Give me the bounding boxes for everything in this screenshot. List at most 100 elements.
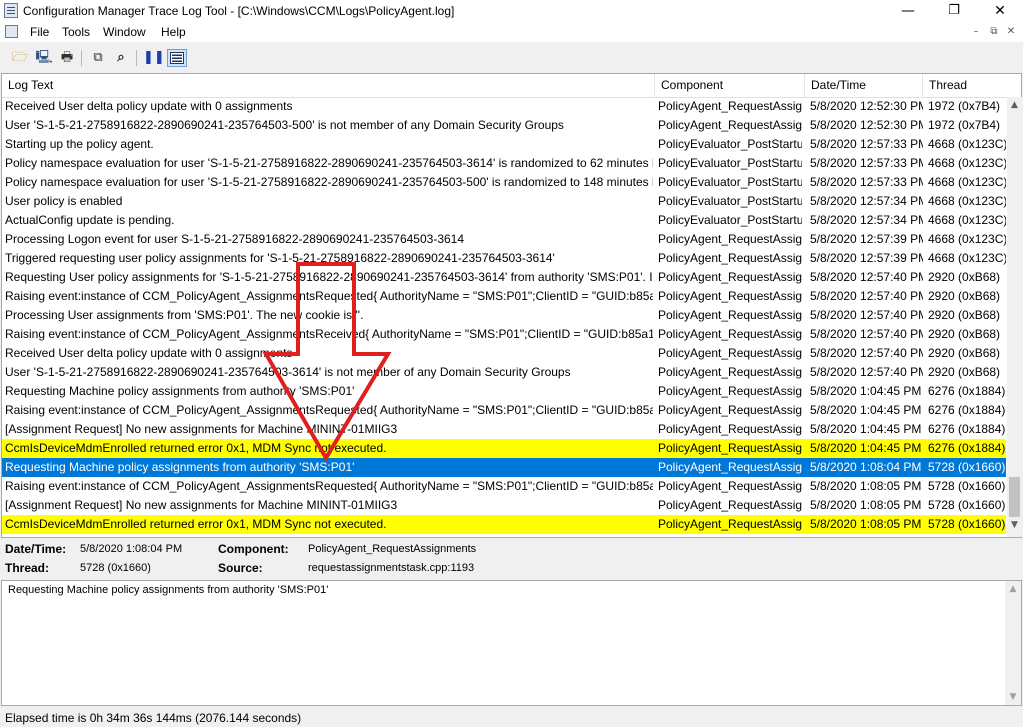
datetime-value: 5/8/2020 1:08:04 PM [80, 543, 183, 555]
table-row[interactable]: [Assignment Request] No new assignments … [2, 496, 1006, 515]
row-thread: 6276 (0x1884) [928, 422, 1006, 436]
toolbar: 🗁 🖳 🖶 ⧉ ⌕ ❚❚ [0, 44, 1023, 72]
document-icon[interactable] [5, 25, 18, 38]
table-row[interactable]: Requesting User policy assignments for '… [2, 268, 1006, 287]
table-row[interactable]: User 'S-1-5-21-2758916822-2890690241-235… [2, 363, 1006, 382]
row-datetime: 5/8/2020 1:04:45 PM [810, 384, 922, 398]
toolbar-separator [81, 50, 82, 66]
table-row[interactable]: Received User delta policy update with 0… [2, 344, 1006, 363]
column-thread[interactable]: Thread [923, 74, 1008, 97]
row-thread: 1972 (0x7B4) [928, 99, 1001, 113]
row-datetime: 5/8/2020 12:57:40 PM [810, 270, 923, 284]
table-row[interactable]: ActualConfig update is pending. PolicyEva… [2, 211, 1006, 230]
vertical-scrollbar[interactable]: ▲ ▼ [1007, 97, 1022, 537]
table-row[interactable]: User 'S-1-5-21-2758916822-2890690241-235… [2, 116, 1006, 135]
row-datetime: 5/8/2020 12:57:33 PM [810, 156, 923, 170]
column-datetime[interactable]: Date/Time [805, 74, 923, 97]
mdi-restore-button[interactable]: ⧉ [986, 24, 1002, 39]
message-text: Requesting Machine policy assignments fr… [8, 584, 329, 596]
row-component: PolicyAgent_RequestAssign [658, 403, 802, 417]
table-row[interactable]: Requesting Machine policy assignments fr… [2, 382, 1006, 401]
message-text-box[interactable]: Requesting Machine policy assignments fr… [1, 580, 1022, 706]
row-component: PolicyAgent_RequestAssign [658, 346, 802, 360]
details-pane: Date/Time: 5/8/2020 1:08:04 PM Thread: 5… [0, 538, 1023, 580]
table-row[interactable]: User policy is enabled PolicyEvaluator_Po… [2, 192, 1006, 211]
row-component: PolicyAgent_RequestAssign [658, 517, 802, 531]
table-row[interactable]: CcmIsDeviceMdmEnrolled returned error 0x… [2, 515, 1006, 534]
toolbar-separator [136, 50, 137, 66]
row-log-text: CcmIsDeviceMdmEnrolled returned error 0x… [5, 441, 387, 455]
row-thread: 2920 (0xB68) [928, 327, 1001, 341]
row-datetime: 5/8/2020 12:52:30 PM [810, 118, 923, 132]
scroll-up-arrow-icon[interactable]: ▲ [1007, 97, 1022, 114]
row-log-text: CcmIsDeviceMdmEnrolled returned error 0x… [5, 517, 387, 531]
table-row[interactable]: Policy namespace evaluation for user 'S-… [2, 154, 1006, 173]
table-row[interactable]: Policy namespace evaluation for user 'S-… [2, 173, 1006, 192]
row-component: PolicyAgent_RequestAssign [658, 251, 802, 265]
table-row[interactable]: Raising event:instance of CCM_PolicyAgen… [2, 287, 1006, 306]
mdi-close-button[interactable]: ✕ [1003, 24, 1019, 39]
row-component: PolicyAgent_RequestAssign [658, 479, 802, 493]
scrollbar-thumb[interactable] [1009, 477, 1020, 517]
highlight-icon[interactable] [167, 49, 187, 67]
table-row[interactable]: Received User delta policy update with 0… [2, 97, 1006, 116]
scroll-up-arrow-icon[interactable]: ▲ [1005, 581, 1021, 597]
message-scrollbar[interactable]: ▲ ▼ [1005, 581, 1021, 705]
row-thread: 6276 (0x1884) [928, 403, 1006, 417]
open-folder-icon[interactable]: 🗁 [10, 49, 30, 67]
minimize-button[interactable]: — [885, 0, 931, 22]
table-row[interactable]: CcmIsDeviceMdmEnrolled returned error 0x… [2, 439, 1006, 458]
table-row[interactable]: [Assignment Request] No new assignments … [2, 420, 1006, 439]
scroll-down-arrow-icon[interactable]: ▼ [1007, 517, 1022, 534]
thread-label: Thread: [5, 561, 50, 575]
row-component: PolicyEvaluator_PostStartup [658, 156, 802, 170]
copy-icon[interactable]: ⧉ [88, 49, 108, 67]
log-list[interactable]: Log Text Component Date/Time Thread Rece… [1, 73, 1022, 538]
column-component[interactable]: Component [655, 74, 805, 97]
row-component: PolicyEvaluator_PostStartup [658, 194, 802, 208]
table-row[interactable]: Processing User assignments from 'SMS:P0… [2, 306, 1006, 325]
table-row[interactable]: Raising event:instance of CCM_PolicyAgen… [2, 477, 1006, 496]
table-row[interactable]: Processing Logon event for user S-1-5-21… [2, 230, 1006, 249]
row-thread: 2920 (0xB68) [928, 289, 1001, 303]
datetime-label: Date/Time: [5, 542, 67, 556]
table-row[interactable]: Starting up the policy agent. PolicyEvalu… [2, 135, 1006, 154]
row-log-text: Requesting Machine policy assignments fr… [5, 460, 355, 474]
row-datetime: 5/8/2020 12:57:40 PM [810, 346, 923, 360]
row-log-text: Starting up the policy agent. [5, 137, 154, 151]
thread-value: 5728 (0x1660) [80, 562, 151, 574]
row-thread: 5728 (0x1660) [928, 479, 1006, 493]
row-component: PolicyAgent_RequestAssign [658, 99, 802, 113]
restore-button[interactable]: ❐ [931, 0, 977, 22]
table-row[interactable]: Triggered requesting user policy assignm… [2, 249, 1006, 268]
row-datetime: 5/8/2020 12:57:40 PM [810, 308, 923, 322]
row-log-text: User 'S-1-5-21-2758916822-2890690241-235… [5, 118, 564, 132]
open-remote-icon[interactable]: 🖳 [34, 49, 54, 67]
row-log-text: Received User delta policy update with 0… [5, 346, 293, 360]
menu-tools[interactable]: Tools [62, 25, 90, 39]
table-row[interactable]: Raising event:instance of CCM_PolicyAgen… [2, 325, 1006, 344]
menu-window[interactable]: Window [103, 25, 146, 39]
row-log-text: Policy namespace evaluation for user 'S-… [5, 175, 653, 189]
menu-help[interactable]: Help [161, 25, 186, 39]
menu-file[interactable]: File [30, 25, 49, 39]
window-title: Configuration Manager Trace Log Tool - [… [23, 4, 455, 18]
find-icon[interactable]: ⌕ [111, 49, 131, 67]
row-datetime: 5/8/2020 12:57:33 PM [810, 137, 923, 151]
row-log-text: Received User delta policy update with 0… [5, 99, 293, 113]
table-row[interactable]: Requesting Machine policy assignments fr… [2, 458, 1006, 477]
print-icon[interactable]: 🖶 [57, 49, 77, 67]
column-log-text[interactable]: Log Text [2, 74, 655, 97]
table-row[interactable]: Raising event:instance of CCM_PolicyAgen… [2, 401, 1006, 420]
log-rows: Received User delta policy update with 0… [2, 97, 1006, 537]
source-value: requestassignmentstask.cpp:1193 [308, 562, 475, 574]
pause-icon[interactable]: ❚❚ [143, 49, 165, 67]
mdi-minimize-button[interactable]: – [968, 24, 984, 39]
row-log-text: Requesting User policy assignments for '… [5, 270, 653, 284]
scroll-down-arrow-icon[interactable]: ▼ [1005, 689, 1021, 705]
row-datetime: 5/8/2020 12:57:34 PM [810, 213, 923, 227]
row-thread: 2920 (0xB68) [928, 346, 1001, 360]
close-button[interactable]: ✕ [977, 0, 1023, 22]
row-datetime: 5/8/2020 12:57:33 PM [810, 175, 923, 189]
row-component: PolicyAgent_RequestAssign [658, 422, 802, 436]
